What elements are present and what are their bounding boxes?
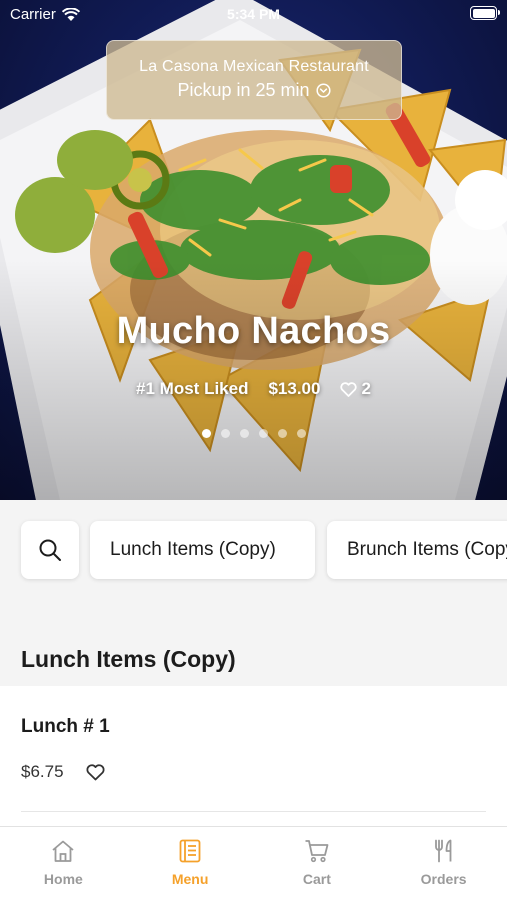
tab-home[interactable]: Home: [0, 827, 127, 900]
tab-cart[interactable]: Cart: [254, 827, 381, 900]
chevron-circle-icon: [315, 83, 331, 98]
carousel-dot[interactable]: [258, 429, 268, 438]
carousel-dot[interactable]: [296, 429, 306, 438]
tab-menu-label: Menu: [171, 871, 209, 887]
tab-menu[interactable]: Menu: [127, 827, 254, 900]
pickup-time[interactable]: Pickup in 25 min: [177, 80, 331, 101]
menu-item[interactable]: Lunch # 1 $6.75: [0, 686, 507, 826]
category-chip-lunch[interactable]: Lunch Items (Copy): [90, 521, 315, 579]
tab-orders[interactable]: Orders: [380, 827, 507, 900]
featured-dish-title: Mucho Nachos: [116, 310, 391, 352]
carousel-dot[interactable]: [220, 429, 230, 438]
heart-icon[interactable]: [86, 763, 105, 781]
category-bar: Lunch Items (Copy) Brunch Items (Copy): [0, 500, 507, 600]
home-icon: [52, 840, 74, 862]
carousel-dots[interactable]: [0, 429, 507, 438]
tab-orders-label: Orders: [420, 871, 467, 887]
menu-item-price: $6.75: [21, 762, 64, 781]
tab-cart-label: Cart: [302, 871, 331, 887]
heart-icon: [340, 381, 358, 397]
menu-item-row: $6.75: [21, 762, 105, 782]
clock: 5:34 PM: [227, 6, 280, 22]
menu-book-icon: [179, 839, 201, 863]
pickup-info-card[interactable]: La Casona Mexican Restaurant Pickup in 2…: [106, 40, 402, 120]
rank-label: #1 Most Liked: [136, 379, 249, 398]
tab-home-label: Home: [43, 871, 83, 887]
cart-icon: [305, 840, 329, 863]
carousel-dot[interactable]: [201, 429, 211, 438]
likes-count: 2: [361, 379, 371, 398]
carousel-dot[interactable]: [239, 429, 249, 438]
divider: [21, 811, 486, 812]
utensils-icon: [434, 839, 452, 863]
tab-bar: Home Menu Cart Orders: [0, 826, 507, 900]
pickup-time-label: Pickup in 25 min: [177, 80, 310, 100]
category-chip-brunch[interactable]: Brunch Items (Copy): [327, 521, 507, 579]
battery-icon: [470, 6, 500, 20]
hero-banner[interactable]: Carrier 5:34 PM La Casona Mexican Restau…: [0, 0, 507, 500]
likes[interactable]: 2: [340, 379, 371, 399]
featured-dish-meta: #1 Most Liked $13.00 2: [0, 379, 507, 399]
carousel-dot[interactable]: [277, 429, 287, 438]
section-title: Lunch Items (Copy): [21, 646, 236, 672]
search-button[interactable]: [21, 521, 79, 579]
price-label: $13.00: [268, 379, 321, 398]
status-bar: Carrier 5:34 PM: [0, 0, 507, 28]
menu-item-name: Lunch # 1: [21, 716, 110, 737]
search-icon: [39, 539, 61, 561]
restaurant-name: La Casona Mexican Restaurant: [139, 58, 369, 75]
